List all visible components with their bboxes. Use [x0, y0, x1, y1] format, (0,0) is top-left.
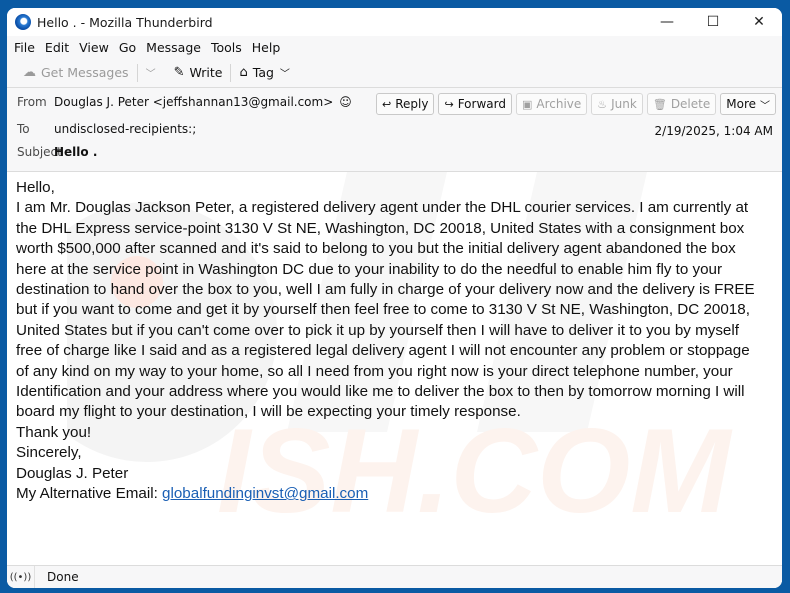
pencil-icon: ✎ — [173, 65, 185, 80]
toolbar-separator — [230, 63, 232, 82]
body-line: of any kind on my way to your home, so a… — [16, 362, 733, 380]
junk-button[interactable]: ♨ Junk — [591, 93, 643, 115]
to-value[interactable]: undisclosed-recipients:; — [54, 122, 196, 136]
close-button[interactable]: ✕ — [736, 8, 782, 36]
from-label: From — [17, 95, 47, 109]
to-label: To — [17, 122, 30, 136]
minimize-icon: — — [660, 14, 674, 30]
thunderbird-window: Hello . - Mozilla Thunderbird — ☐ ✕ File… — [7, 8, 782, 588]
window-title: Hello . - Mozilla Thunderbird — [37, 14, 213, 30]
archive-label: Archive — [536, 97, 582, 111]
thunderbird-logo-icon — [15, 14, 31, 30]
body-line: Douglas J. Peter — [16, 464, 129, 482]
menu-edit[interactable]: Edit — [45, 40, 69, 55]
close-icon: ✕ — [753, 14, 765, 30]
reply-button[interactable]: ↩ Reply — [376, 93, 435, 115]
to-row: To undisclosed-recipients:; — [7, 122, 196, 136]
more-label: More — [726, 97, 756, 111]
tag-button[interactable]: ⌂ Tag ﹀ — [233, 61, 295, 85]
delete-button[interactable]: 🗑 Delete — [646, 93, 717, 115]
body-line: worth $500,000 after scanned and it's sa… — [16, 240, 736, 258]
get-messages-button[interactable]: ☁ Get Messages — [17, 61, 135, 85]
from-row: From Douglas J. Peter <jeffshannan13@gma… — [7, 95, 352, 109]
menu-help[interactable]: Help — [252, 40, 281, 55]
write-button[interactable]: ✎ Write — [168, 61, 229, 85]
title-bar: Hello . - Mozilla Thunderbird — ☐ ✕ — [7, 8, 782, 36]
main-toolbar: ☁ Get Messages ﹀ ✎ Write ⌂ Tag ﹀ — [7, 58, 782, 88]
menu-go[interactable]: Go — [119, 40, 136, 55]
online-status-icon[interactable]: ((•)) — [7, 566, 35, 588]
message-actions: ↩ Reply ↪ Forward ▣ Archive ♨ Junk 🗑 Del… — [372, 93, 776, 115]
reply-label: Reply — [395, 97, 429, 111]
chevron-down-icon: ﹀ — [145, 69, 156, 80]
menu-bar: File Edit View Go Message Tools Help — [7, 36, 782, 58]
body-line: I am Mr. Douglas Jackson Peter, a regist… — [16, 199, 749, 217]
message-text: Hello, I am Mr. Douglas Jackson Peter, a … — [16, 178, 773, 505]
subject-row: Subject Hello . — [7, 145, 97, 159]
maximize-button[interactable]: ☐ — [690, 8, 736, 36]
tag-icon: ⌂ — [239, 65, 248, 80]
body-line: Thank you! — [16, 423, 92, 441]
body-line: board my flight to your destination, I w… — [16, 403, 521, 421]
status-bar: ((•)) Done — [7, 565, 782, 588]
alt-email-link[interactable]: globalfundinginvst@gmail.com — [162, 485, 368, 502]
get-messages-label: Get Messages — [41, 65, 129, 80]
subject-label: Subject — [17, 145, 62, 159]
message-date: 2/19/2025, 1:04 AM — [654, 124, 773, 138]
get-messages-dropdown[interactable]: ﹀ — [140, 61, 162, 85]
status-text: Done — [47, 570, 79, 584]
trash-icon: 🗑 — [652, 97, 667, 111]
body-line: Hello, — [16, 179, 55, 196]
body-line: United States but if you can't come over… — [16, 321, 739, 339]
junk-label: Junk — [611, 97, 637, 111]
add-contact-icon[interactable]: ☺ — [339, 95, 352, 109]
maximize-icon: ☐ — [706, 14, 720, 30]
write-label: Write — [189, 65, 223, 80]
archive-icon: ▣ — [521, 97, 533, 111]
more-button[interactable]: More ﹀ — [720, 93, 776, 115]
toolbar-separator — [136, 63, 138, 82]
menu-view[interactable]: View — [79, 40, 109, 55]
body-line: free of charge like I said and as a regi… — [16, 342, 750, 360]
message-body: ISH.COM Hello, I am Mr. Douglas Jackson P… — [7, 172, 782, 582]
from-value[interactable]: Douglas J. Peter <jeffshannan13@gmail.co… — [54, 95, 333, 109]
body-line: the DHL Express service-point 3130 V St … — [16, 219, 745, 237]
tag-label: Tag — [252, 65, 274, 80]
delete-label: Delete — [670, 97, 711, 111]
reply-icon: ↩ — [382, 97, 392, 111]
chevron-down-icon: ﹀ — [279, 69, 290, 80]
body-line: destination to hand over the box to you,… — [16, 281, 755, 299]
subject-value: Hello . — [54, 145, 98, 159]
menu-file[interactable]: File — [14, 40, 35, 55]
menu-message[interactable]: Message — [146, 40, 201, 55]
message-header: From Douglas J. Peter <jeffshannan13@gma… — [7, 88, 782, 172]
alt-email-line: My Alternative Email: globalfundinginvst… — [16, 484, 773, 504]
chevron-down-icon: ﹀ — [760, 100, 770, 112]
archive-button[interactable]: ▣ Archive — [515, 93, 588, 115]
forward-icon: ↪ — [444, 97, 454, 111]
window-controls: — ☐ ✕ — [644, 8, 782, 36]
menu-tools[interactable]: Tools — [211, 40, 242, 55]
alt-email-label: My Alternative Email: — [16, 485, 163, 503]
body-line: here at the service point in Washington … — [16, 260, 723, 278]
body-line: Sincerely, — [16, 444, 82, 462]
junk-flame-icon: ♨ — [597, 97, 608, 111]
body-line: Identification and your address where yo… — [16, 383, 745, 401]
cloud-download-icon: ☁ — [23, 65, 36, 80]
minimize-button[interactable]: — — [644, 8, 690, 36]
forward-label: Forward — [457, 97, 506, 111]
forward-button[interactable]: ↪ Forward — [438, 93, 512, 115]
body-line: but if you want to come and get it by yo… — [16, 301, 750, 319]
